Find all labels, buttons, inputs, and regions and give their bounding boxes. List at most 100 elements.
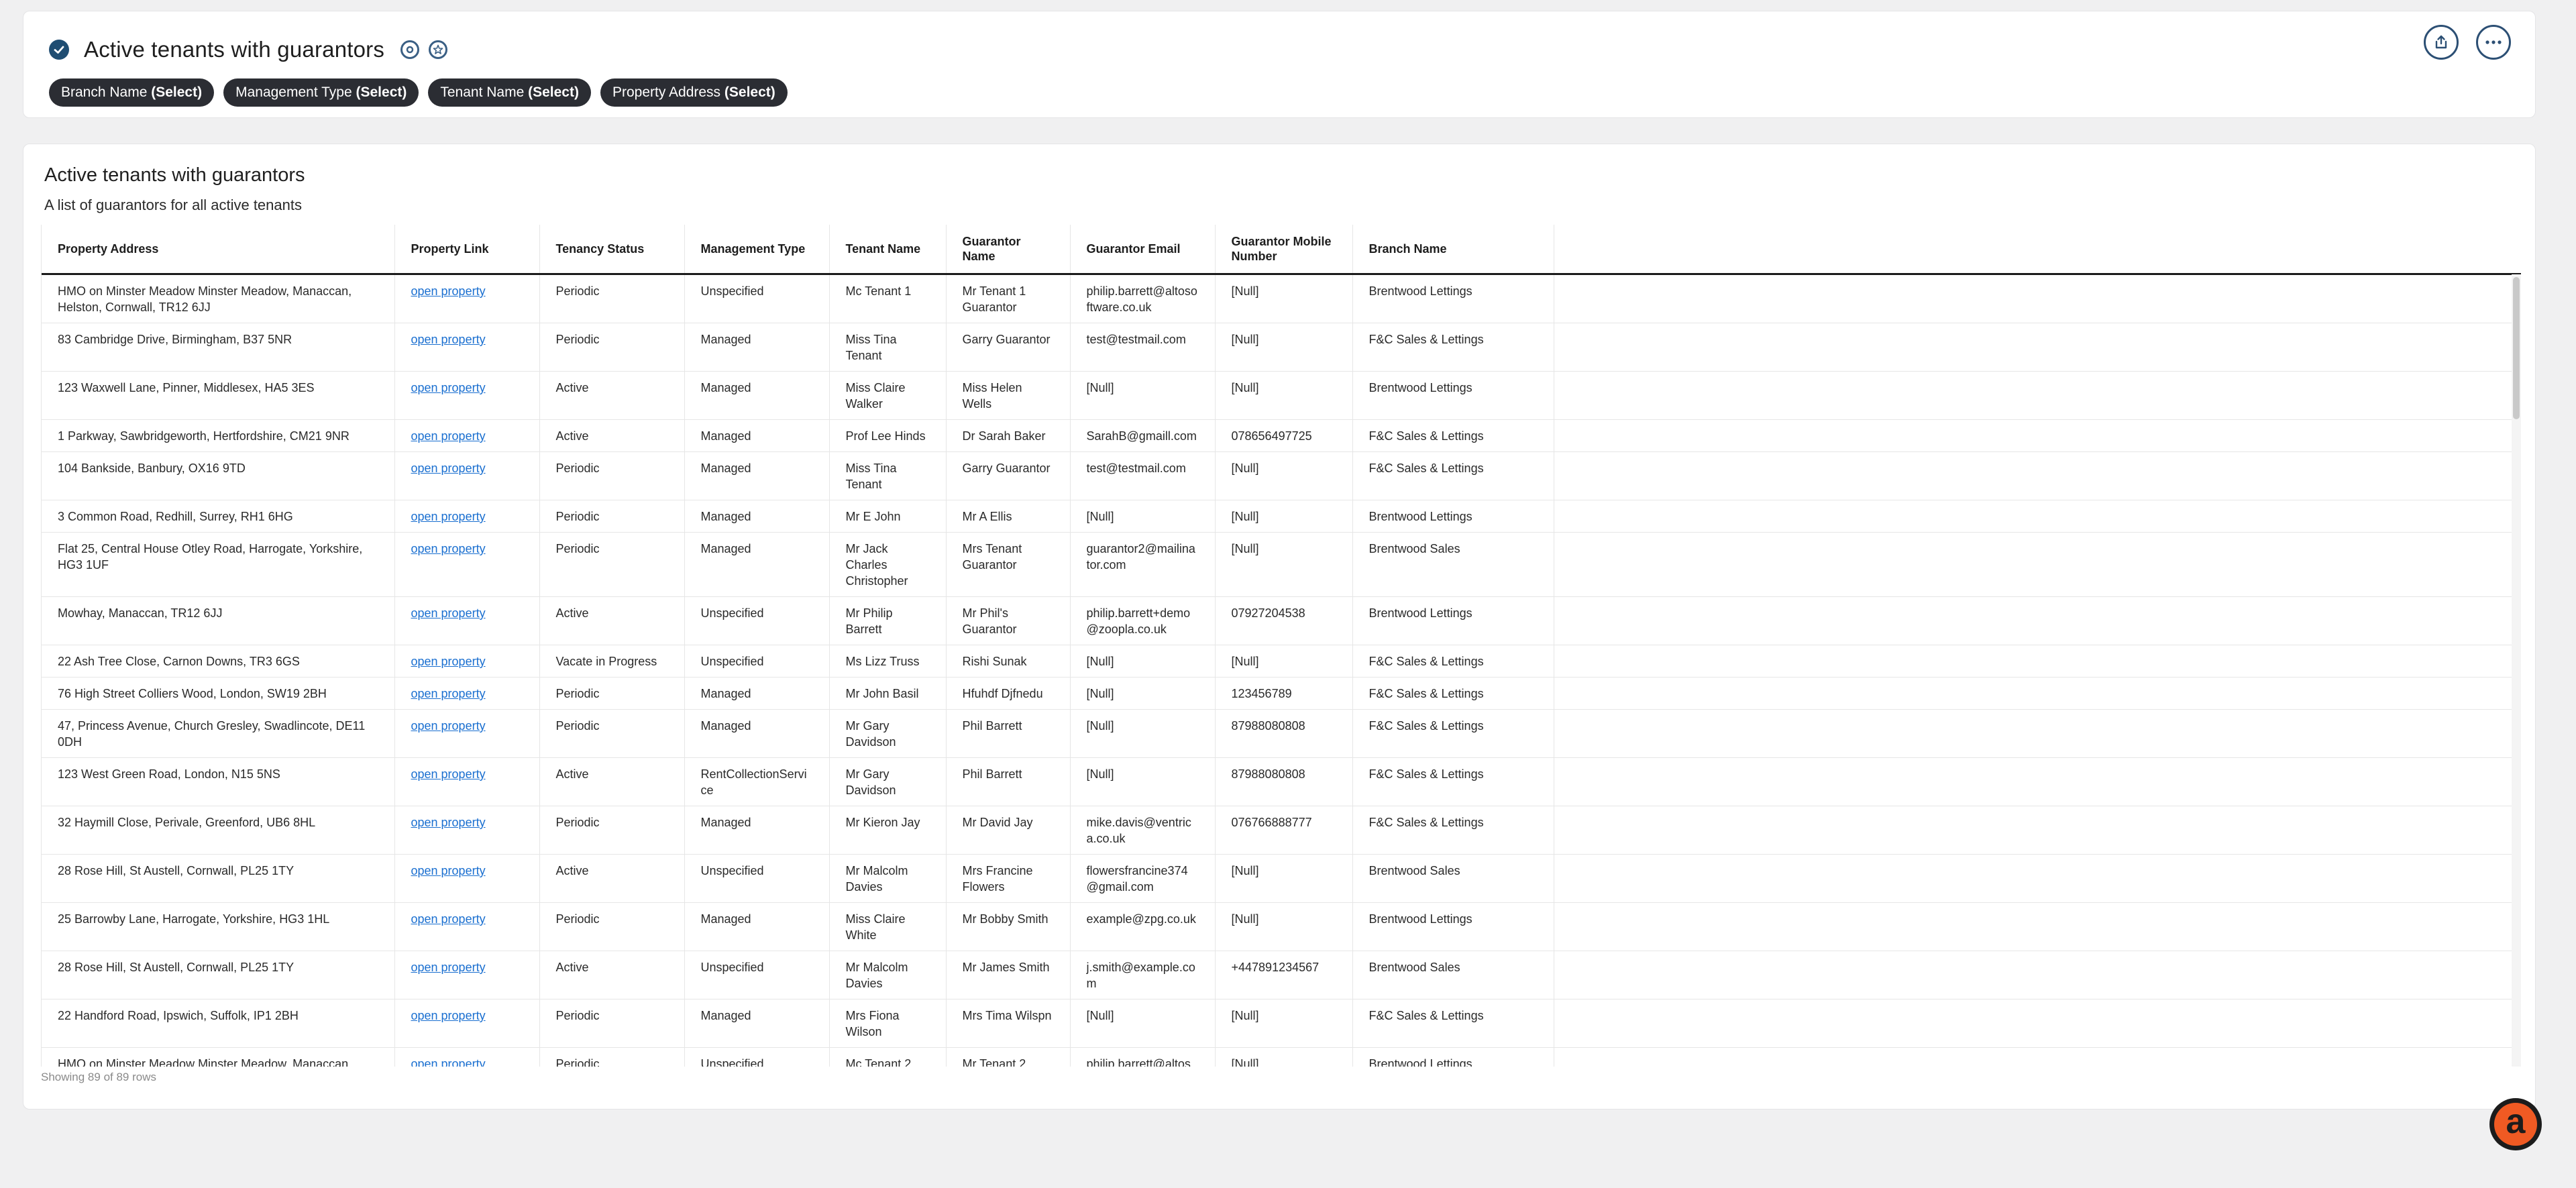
table-row[interactable]: 1 Parkway, Sawbridgeworth, Hertfordshire… bbox=[42, 419, 2521, 452]
open-property-link[interactable]: open property bbox=[411, 462, 486, 475]
column-header[interactable]: Tenant Name bbox=[829, 225, 947, 275]
table-cell: Managed bbox=[684, 371, 830, 420]
table-cell: Mr Kieron Jay bbox=[829, 806, 947, 855]
column-header[interactable]: Guarantor Name bbox=[946, 225, 1071, 275]
table-cell: F&C Sales & Lettings bbox=[1352, 645, 1554, 678]
table-cell: Mr Bobby Smith bbox=[946, 902, 1071, 951]
vertical-scrollbar[interactable] bbox=[2512, 274, 2521, 1067]
settings-circle-icon[interactable] bbox=[400, 40, 420, 59]
filter-label: Tenant Name bbox=[440, 85, 525, 100]
table-cell: Miss Tina Tenant bbox=[829, 451, 947, 500]
assistant-button[interactable]: a bbox=[2489, 1098, 2542, 1150]
table-cell: Mr Malcolm Davies bbox=[829, 854, 947, 903]
table-row[interactable]: Mowhay, Manaccan, TR12 6JJ open property A… bbox=[42, 596, 2521, 645]
table-cell: Managed bbox=[684, 451, 830, 500]
table-cell: open property bbox=[394, 806, 540, 855]
table-cell: open property bbox=[394, 596, 540, 645]
table-cell-empty bbox=[1554, 999, 2521, 1048]
table-card: Active tenants with guarantors A list of… bbox=[23, 144, 2536, 1110]
table-cell: [Null] bbox=[1215, 1047, 1353, 1067]
open-property-link[interactable]: open property bbox=[411, 912, 486, 926]
table-cell: F&C Sales & Lettings bbox=[1352, 757, 1554, 806]
table-cell: Unspecified bbox=[684, 596, 830, 645]
open-property-link[interactable]: open property bbox=[411, 429, 486, 443]
share-button[interactable] bbox=[2424, 25, 2459, 60]
table-cell: Periodic bbox=[539, 999, 685, 1048]
table-row[interactable]: 32 Haymill Close, Perivale, Greenford, U… bbox=[42, 806, 2521, 855]
table-cell: Unspecified bbox=[684, 1047, 830, 1067]
table-row[interactable]: 28 Rose Hill, St Austell, Cornwall, PL25… bbox=[42, 951, 2521, 1000]
open-property-link[interactable]: open property bbox=[411, 284, 486, 298]
open-property-link[interactable]: open property bbox=[411, 1057, 486, 1067]
open-property-link[interactable]: open property bbox=[411, 1009, 486, 1022]
table-cell: open property bbox=[394, 323, 540, 372]
star-circle-icon[interactable] bbox=[429, 40, 448, 59]
table-row[interactable]: Flat 25, Central House Otley Road, Harro… bbox=[42, 532, 2521, 597]
table-cell: Prof Lee Hinds bbox=[829, 419, 947, 452]
open-property-link[interactable]: open property bbox=[411, 719, 486, 733]
table-row[interactable]: 104 Bankside, Banbury, OX16 9TD open prop… bbox=[42, 451, 2521, 500]
filter-label: Branch Name bbox=[61, 85, 148, 100]
open-property-link[interactable]: open property bbox=[411, 542, 486, 555]
filter-tenant-name[interactable]: Tenant Name (Select) bbox=[428, 78, 591, 107]
table-cell: open property bbox=[394, 419, 540, 452]
table-row[interactable]: HMO on Minster Meadow Minster Meadow, Ma… bbox=[42, 274, 2521, 323]
column-header[interactable]: Property Link bbox=[394, 225, 540, 275]
scrollbar-thumb[interactable] bbox=[2513, 277, 2520, 419]
open-property-link[interactable]: open property bbox=[411, 655, 486, 668]
table-row[interactable]: 47, Princess Avenue, Church Gresley, Swa… bbox=[42, 709, 2521, 758]
share-icon bbox=[2435, 35, 2447, 49]
table-row[interactable]: 83 Cambridge Drive, Birmingham, B37 5NR o… bbox=[42, 323, 2521, 372]
table-row[interactable]: 25 Barrowby Lane, Harrogate, Yorkshire, … bbox=[42, 902, 2521, 951]
column-header[interactable]: Tenancy Status bbox=[539, 225, 685, 275]
open-property-link[interactable]: open property bbox=[411, 510, 486, 523]
table-cell: [Null] bbox=[1215, 645, 1353, 678]
column-header[interactable]: Management Type bbox=[684, 225, 830, 275]
table-row[interactable]: 22 Handford Road, Ipswich, Suffolk, IP1 … bbox=[42, 999, 2521, 1048]
table-cell: [Null] bbox=[1215, 323, 1353, 372]
filter-management-type[interactable]: Management Type (Select) bbox=[223, 78, 419, 107]
open-property-link[interactable]: open property bbox=[411, 767, 486, 781]
open-property-link[interactable]: open property bbox=[411, 687, 486, 700]
table-row[interactable]: 76 High Street Colliers Wood, London, SW… bbox=[42, 677, 2521, 710]
column-header[interactable]: Branch Name bbox=[1352, 225, 1554, 275]
table-row[interactable]: 123 West Green Road, London, N15 5NS open… bbox=[42, 757, 2521, 806]
table-cell: [Null] bbox=[1215, 274, 1353, 323]
table-cell-empty bbox=[1554, 451, 2521, 500]
table-row[interactable]: 28 Rose Hill, St Austell, Cornwall, PL25… bbox=[42, 854, 2521, 903]
column-header[interactable]: Property Address bbox=[42, 225, 395, 275]
table-cell: Periodic bbox=[539, 274, 685, 323]
table-cell: example@zpg.co.uk bbox=[1070, 902, 1216, 951]
filter-property-address[interactable]: Property Address (Select) bbox=[600, 78, 788, 107]
table-cell: Mrs Fiona Wilson bbox=[829, 999, 947, 1048]
more-options-button[interactable] bbox=[2476, 25, 2511, 60]
table-cell-empty bbox=[1554, 854, 2521, 903]
table-cell: Phil Barrett bbox=[946, 757, 1071, 806]
table-cell: open property bbox=[394, 677, 540, 710]
table-row[interactable]: 123 Waxwell Lane, Pinner, Middlesex, HA5… bbox=[42, 371, 2521, 420]
table-row[interactable]: 3 Common Road, Redhill, Surrey, RH1 6HG o… bbox=[42, 500, 2521, 533]
table-cell: Active bbox=[539, 951, 685, 1000]
table-cell: Unspecified bbox=[684, 274, 830, 323]
table-row[interactable]: 22 Ash Tree Close, Carnon Downs, TR3 6GS… bbox=[42, 645, 2521, 678]
column-header[interactable]: Guarantor Mobile Number bbox=[1215, 225, 1353, 275]
open-property-link[interactable]: open property bbox=[411, 606, 486, 620]
open-property-link[interactable]: open property bbox=[411, 333, 486, 346]
data-table-container[interactable]: Property Address Property Link Tenancy S… bbox=[41, 225, 2521, 1067]
table-row[interactable]: HMO on Minster Meadow Minster Meadow, Ma… bbox=[42, 1047, 2521, 1067]
filter-branch-name[interactable]: Branch Name (Select) bbox=[49, 78, 215, 107]
table-cell: Brentwood Sales bbox=[1352, 951, 1554, 1000]
filter-value: (Select) bbox=[528, 85, 579, 100]
column-header[interactable]: Guarantor Email bbox=[1070, 225, 1216, 275]
open-property-link[interactable]: open property bbox=[411, 816, 486, 829]
table-cell: Unspecified bbox=[684, 854, 830, 903]
open-property-link[interactable]: open property bbox=[411, 381, 486, 394]
open-property-link[interactable]: open property bbox=[411, 864, 486, 877]
open-property-link[interactable]: open property bbox=[411, 961, 486, 974]
table-cell: Mr David Jay bbox=[946, 806, 1071, 855]
table-cell-empty bbox=[1554, 677, 2521, 710]
table-cell: [Null] bbox=[1070, 500, 1216, 533]
table-cell: 32 Haymill Close, Perivale, Greenford, U… bbox=[42, 806, 395, 855]
table-cell: 47, Princess Avenue, Church Gresley, Swa… bbox=[42, 709, 395, 758]
table-cell-empty bbox=[1554, 274, 2521, 323]
